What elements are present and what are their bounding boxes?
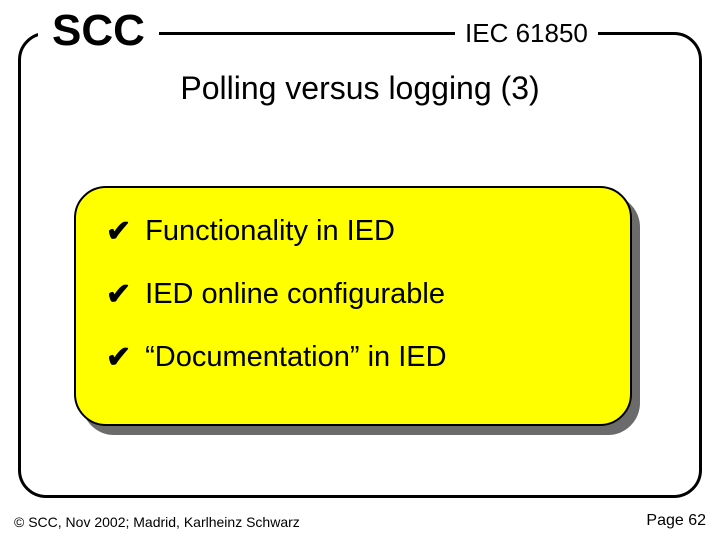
list-item: ✔ “Documentation” in IED: [106, 340, 610, 375]
footer-page: Page 62: [646, 512, 706, 530]
check-icon: ✔: [106, 214, 131, 249]
check-icon: ✔: [106, 340, 131, 375]
bullet-text: “Documentation” in IED: [145, 341, 446, 374]
footer-copyright: © SCC, Nov 2002; Madrid, Karlheinz Schwa…: [14, 514, 300, 530]
slide-title: Polling versus logging (3): [0, 70, 720, 107]
bullet-text: IED online configurable: [145, 278, 445, 311]
spec-text: IEC 61850: [455, 18, 598, 49]
check-icon: ✔: [106, 277, 131, 312]
logo-text: SCC: [38, 6, 159, 56]
bullet-text: Functionality in IED: [145, 215, 395, 248]
list-item: ✔ IED online configurable: [106, 277, 610, 312]
list-item: ✔ Functionality in IED: [106, 214, 610, 249]
callout-box: ✔ Functionality in IED ✔ IED online conf…: [74, 186, 632, 426]
